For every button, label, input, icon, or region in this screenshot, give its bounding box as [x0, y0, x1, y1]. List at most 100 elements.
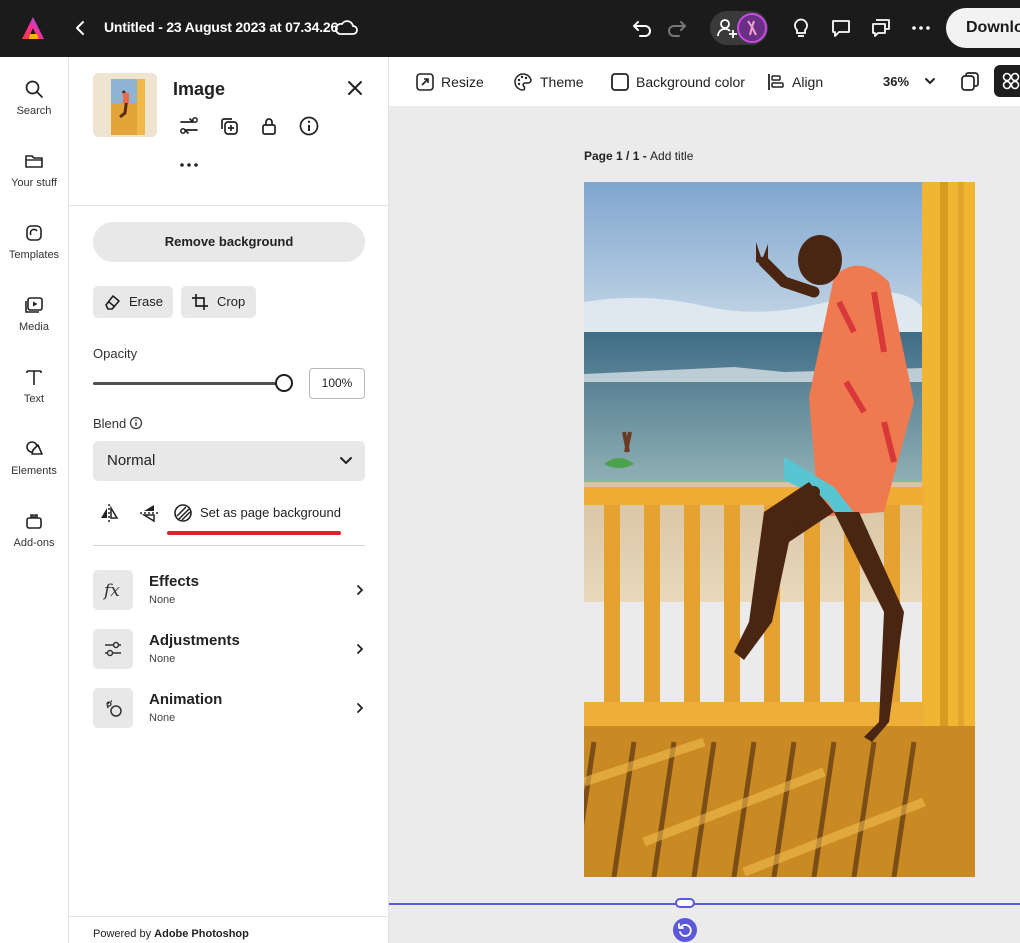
user-avatar[interactable]	[737, 13, 767, 43]
rail-item-templates[interactable]: Templates	[0, 223, 68, 283]
rotate-handle[interactable]	[673, 918, 697, 942]
cloud-sync-icon[interactable]	[333, 17, 359, 39]
crop-label: Crop	[217, 294, 246, 309]
rail-item-search[interactable]: Search	[0, 79, 68, 139]
crop-icon	[192, 294, 208, 310]
set-bg-label: Set as page background	[200, 505, 341, 520]
page-number: Page 1 / 1 -	[584, 149, 651, 163]
section-subtitle: None	[149, 594, 176, 606]
blend-mode-select[interactable]: Normal	[93, 441, 365, 481]
collaborators-group[interactable]	[710, 11, 768, 45]
opacity-input[interactable]: 100%	[309, 368, 365, 399]
redo-icon[interactable]	[664, 15, 690, 41]
share-comments-icon[interactable]	[868, 15, 894, 41]
elements-icon	[26, 441, 43, 455]
effects-section[interactable]: fx Effects None	[93, 570, 373, 610]
section-subtitle: None	[149, 712, 176, 724]
flip-horizontal-icon[interactable]	[98, 502, 120, 524]
download-button[interactable]: Download	[946, 8, 1020, 48]
undo-icon[interactable]	[629, 15, 655, 41]
flip-vertical-icon[interactable]	[138, 502, 160, 524]
search-icon	[25, 80, 43, 98]
zoom-level[interactable]: 36%	[883, 74, 909, 89]
svg-text:fx: fx	[102, 581, 120, 601]
background-color-button[interactable]: Background color	[610, 71, 750, 93]
media-icon	[25, 297, 43, 313]
crop-button[interactable]: Crop	[181, 286, 256, 318]
divider	[69, 205, 389, 206]
rail-item-media[interactable]: Media	[0, 295, 68, 355]
background-color-label: Background color	[636, 74, 745, 90]
chevron-down-icon[interactable]	[924, 76, 936, 86]
image-thumbnail	[93, 73, 157, 137]
info-icon[interactable]	[298, 115, 320, 137]
opacity-slider-track[interactable]	[93, 382, 285, 385]
beach-photo-illustration	[584, 182, 975, 877]
templates-icon	[26, 225, 42, 241]
panel-title: Image	[173, 79, 226, 99]
back-arrow-icon[interactable]	[72, 18, 90, 38]
layers-icon[interactable]	[959, 71, 981, 93]
divider	[93, 545, 365, 546]
rail-item-add-ons[interactable]: Add-ons	[0, 511, 68, 571]
lightbulb-icon[interactable]	[788, 15, 814, 41]
rail-label: Elements	[11, 465, 57, 477]
document-title[interactable]: Untitled - 23 August 2023 at 07.34.26	[104, 19, 338, 35]
animation-section[interactable]: Animation None	[93, 688, 373, 728]
opacity-slider-thumb[interactable]	[275, 374, 293, 392]
background-color-icon	[611, 73, 629, 91]
adobe-express-logo-icon[interactable]	[20, 15, 46, 41]
blend-info-icon[interactable]	[129, 416, 143, 430]
align-label: Align	[792, 74, 824, 90]
powered-brand: Adobe Photoshop	[154, 928, 249, 940]
duplicate-icon[interactable]	[218, 115, 240, 137]
invite-user-icon[interactable]	[715, 16, 739, 40]
adjustments-section[interactable]: Adjustments None	[93, 629, 373, 669]
eraser-icon	[105, 295, 120, 310]
more-options-icon[interactable]	[908, 15, 934, 41]
page-label: Page 1 / 1 - Add title	[584, 149, 693, 163]
blend-label: Blend	[93, 416, 127, 431]
opacity-label: Opacity	[93, 346, 138, 361]
section-title: Animation	[149, 691, 223, 708]
remove-background-button[interactable]: Remove background	[93, 222, 365, 262]
rail-item-elements[interactable]: Elements	[0, 439, 68, 499]
rail-label: Search	[16, 105, 52, 117]
erase-label: Erase	[129, 294, 163, 309]
add-title-link[interactable]: Add title	[650, 149, 693, 163]
align-button[interactable]: Align	[766, 71, 831, 93]
fx-icon: fx	[93, 570, 133, 610]
grid-view-button[interactable]	[994, 65, 1020, 97]
rail-label: Text	[23, 393, 45, 405]
highlight-underline	[167, 531, 341, 535]
chevron-down-icon	[340, 457, 352, 465]
canvas-area: Page 1 / 1 - Add title	[389, 106, 1020, 943]
resize-handle[interactable]	[675, 898, 695, 908]
rail-item-text[interactable]: Text	[0, 367, 68, 427]
theme-label: Theme	[540, 74, 584, 90]
powered-prefix: Powered by	[93, 928, 152, 940]
lock-icon[interactable]	[258, 115, 280, 137]
comment-icon[interactable]	[828, 15, 854, 41]
divider	[69, 916, 389, 917]
palette-icon	[514, 73, 532, 91]
adjustments-icon	[93, 629, 133, 669]
left-rail: Search Your stuff Templates Media Text E…	[0, 57, 69, 943]
theme-button[interactable]: Theme	[513, 71, 593, 93]
page-background-icon	[174, 504, 192, 522]
selected-image[interactable]	[584, 182, 975, 877]
more-actions-icon[interactable]	[179, 155, 199, 175]
rail-item-your-stuff[interactable]: Your stuff	[0, 151, 68, 211]
rail-label: Add-ons	[13, 537, 55, 549]
section-title: Adjustments	[149, 632, 240, 649]
powered-by-footer: Powered by Adobe Photoshop	[93, 928, 249, 940]
canvas-toolbar: Resize Theme Background color Align 36%	[389, 57, 1020, 106]
text-icon	[26, 370, 42, 385]
resize-button[interactable]: Resize	[415, 71, 505, 93]
close-icon[interactable]	[346, 79, 364, 97]
selection-guide-line	[389, 903, 1020, 905]
chevron-right-icon	[357, 703, 364, 713]
erase-button[interactable]: Erase	[93, 286, 173, 318]
replace-image-icon[interactable]	[178, 115, 200, 137]
folder-icon	[25, 155, 43, 168]
